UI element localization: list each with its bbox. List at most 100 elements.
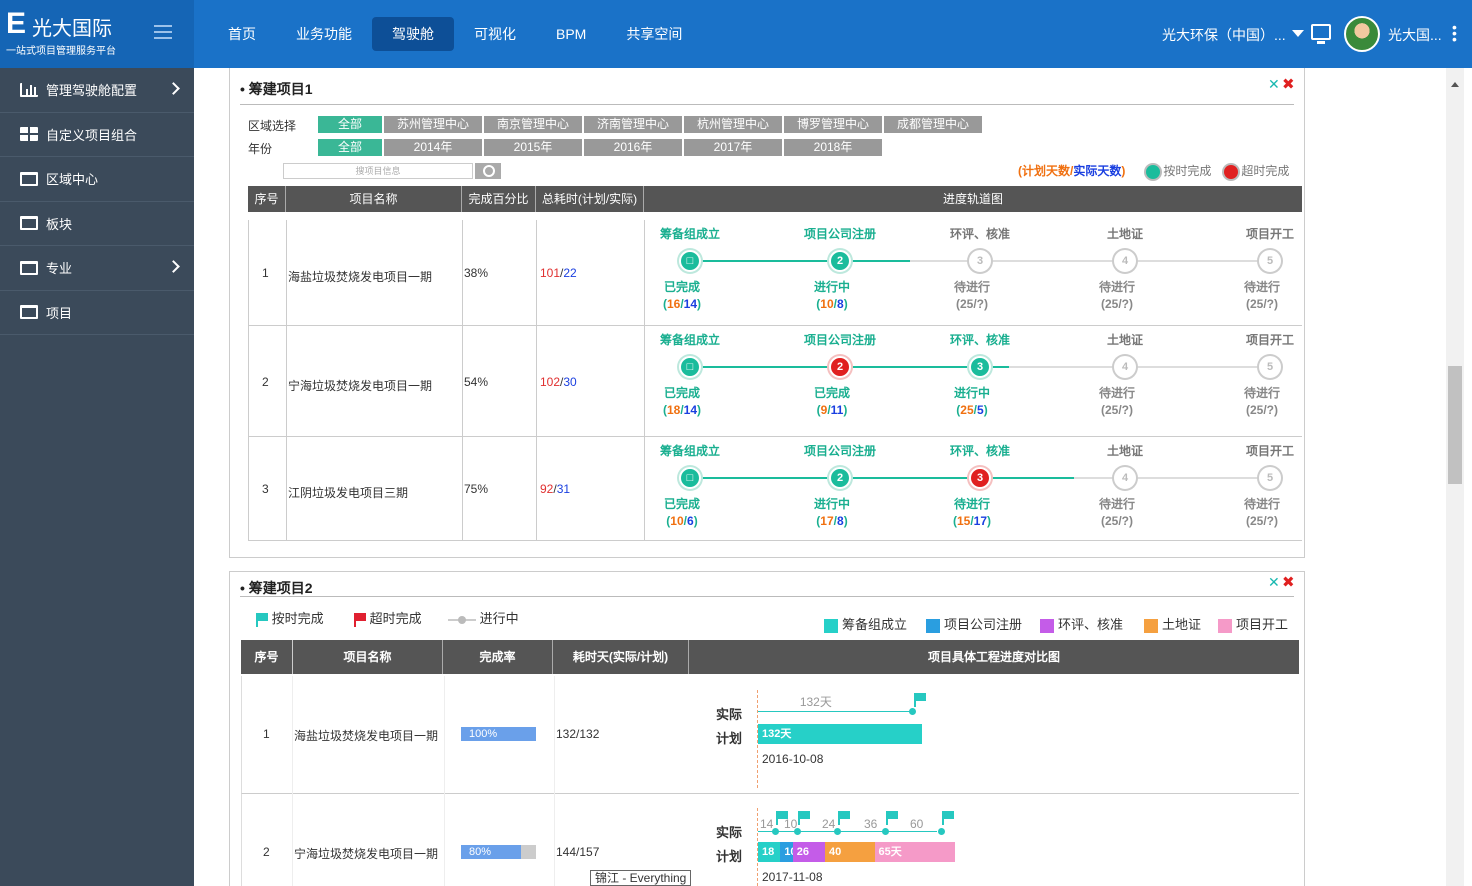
col-days: 耗时天(实际/计划)	[553, 640, 689, 674]
step-node[interactable]: □	[679, 356, 701, 378]
actual-label: 实际	[716, 825, 743, 840]
legend-ontime: 按时完成	[1146, 162, 1211, 179]
nav-home[interactable]: 首页	[208, 17, 276, 51]
close-icon[interactable]: ✖	[1282, 573, 1295, 591]
cell-divider	[536, 326, 537, 437]
project-name[interactable]: 宁海垃圾焚烧发电项目一期	[288, 377, 432, 394]
project-name[interactable]: 海盐垃圾焚烧发电项目一期	[294, 727, 438, 744]
sidebar-item-label: 区域中心	[46, 172, 99, 188]
expand-icon[interactable]: ✕	[1268, 76, 1280, 93]
plan-segment[interactable]: 26	[792, 842, 825, 862]
scroll-up-icon[interactable]	[1451, 82, 1459, 87]
phase-swatch	[926, 618, 940, 633]
scroll-thumb[interactable]	[1448, 366, 1462, 484]
sidebar-item-region[interactable]: 区域中心	[0, 157, 194, 202]
step-status: 待进行	[953, 497, 990, 511]
step-status: 进行中	[813, 280, 850, 294]
year-option[interactable]: 2015年	[484, 139, 582, 156]
step-node[interactable]: 3	[969, 356, 991, 378]
year-option[interactable]: 2018年	[784, 139, 882, 156]
expand-icon[interactable]: ✕	[1268, 574, 1280, 591]
region-option[interactable]: 成都管理中心	[884, 116, 982, 133]
folder-icon	[20, 305, 38, 320]
sidebar-item-label: 专业	[46, 261, 73, 277]
search-input[interactable]: 搜项目信息	[283, 163, 473, 179]
step-node[interactable]: 5	[1259, 250, 1281, 272]
flag-icon	[354, 612, 366, 627]
phase-swatch	[1040, 618, 1054, 633]
scrollbar[interactable]	[1446, 68, 1464, 886]
sidebar-item-cockpit-config[interactable]: 管理驾驶舱配置	[0, 68, 194, 113]
plan-segment[interactable]: 65天	[874, 842, 956, 862]
cell-divider	[444, 794, 445, 886]
panel-title: • 筹建项目2	[240, 580, 313, 596]
sidebar-item-sector[interactable]: 板块	[0, 202, 194, 246]
region-option[interactable]: 杭州管理中心	[684, 116, 782, 133]
step-node[interactable]: □	[679, 467, 701, 489]
step-node[interactable]: 5	[1259, 356, 1281, 378]
step-status: 待进行	[953, 280, 990, 294]
step-days: (17/8)	[816, 514, 848, 528]
nav-bpm[interactable]: BPM	[536, 17, 606, 51]
actual-line	[758, 831, 938, 832]
nav-shared[interactable]: 共享空间	[606, 17, 702, 51]
year-option[interactable]: 2017年	[684, 139, 782, 156]
sidebar-item-custom-portfolio[interactable]: 自定义项目组合	[0, 113, 194, 157]
cell-divider	[462, 437, 463, 541]
legend-overtime: 超时完成	[1224, 162, 1289, 179]
sidebar-item-project[interactable]: 项目	[0, 291, 194, 335]
step-node[interactable]: 3	[969, 467, 991, 489]
project-name[interactable]: 海盐垃圾焚烧发电项目一期	[288, 268, 432, 285]
step-node[interactable]: 4	[1114, 467, 1136, 489]
project-name[interactable]: 宁海垃圾焚烧发电项目一期	[294, 845, 438, 862]
step-node[interactable]: 2	[829, 467, 851, 489]
legend-doing: 进行中	[448, 608, 519, 627]
step-node[interactable]: 4	[1114, 356, 1136, 378]
org-selector[interactable]: 光大环保（中国）...	[1162, 25, 1286, 45]
actual-marker	[882, 828, 889, 835]
region-option[interactable]: 苏州管理中心	[384, 116, 482, 133]
plan-segment[interactable]: 10	[780, 842, 797, 862]
col-no: 序号	[248, 186, 286, 212]
avatar[interactable]	[1344, 16, 1380, 52]
folder-icon	[20, 260, 38, 275]
close-icon[interactable]: ✖	[1282, 75, 1295, 93]
plan-segment[interactable]: 132天	[758, 724, 922, 744]
step-title: 项目开工	[1245, 444, 1294, 458]
caret-down-icon[interactable]	[1292, 30, 1304, 37]
project-name[interactable]: 江阴垃圾发电项目三期	[288, 484, 408, 501]
more-vertical-icon[interactable]: • • •	[1452, 20, 1457, 46]
region-option[interactable]: 博罗管理中心	[784, 116, 882, 133]
year-option[interactable]: 全部	[318, 139, 382, 156]
actual-marker	[908, 708, 916, 715]
plan-segment[interactable]: 18	[758, 842, 781, 862]
region-option[interactable]: 南京管理中心	[484, 116, 582, 133]
year-option[interactable]: 2014年	[384, 139, 482, 156]
folder-icon	[20, 171, 38, 186]
total-time: 92/31	[540, 482, 571, 496]
region-option[interactable]: 全部	[318, 116, 382, 133]
step-node[interactable]: 5	[1259, 467, 1281, 489]
col-time: 总耗时(计划/实际)	[536, 186, 644, 212]
step-days: (25/?)	[955, 297, 989, 311]
monitor-icon[interactable]	[1311, 24, 1331, 44]
step-node[interactable]: 3	[969, 250, 991, 272]
step-node[interactable]: 4	[1114, 250, 1136, 272]
step-node[interactable]: 2	[829, 250, 851, 272]
user-name[interactable]: 光大国...	[1388, 25, 1442, 45]
menu-icon[interactable]	[154, 25, 172, 39]
nav-business[interactable]: 业务功能	[276, 17, 372, 51]
sidebar-item-specialty[interactable]: 专业	[0, 246, 194, 291]
step-node[interactable]: 2	[829, 356, 851, 378]
nav-cockpit[interactable]: 驾驶舱	[372, 17, 454, 51]
plan-segment[interactable]: 40	[824, 842, 875, 862]
nav-visualize[interactable]: 可视化	[454, 17, 536, 51]
search-icon[interactable]	[475, 163, 501, 179]
year-option[interactable]: 2016年	[584, 139, 682, 156]
logo[interactable]: E 光大国际 一站式项目管理服务平台	[0, 0, 194, 68]
step-status: 已完成	[663, 280, 700, 294]
step-title: 项目公司注册	[803, 227, 876, 241]
region-option[interactable]: 济南管理中心	[584, 116, 682, 133]
step-status: 待进行	[1098, 280, 1135, 294]
step-node[interactable]: □	[679, 250, 701, 272]
